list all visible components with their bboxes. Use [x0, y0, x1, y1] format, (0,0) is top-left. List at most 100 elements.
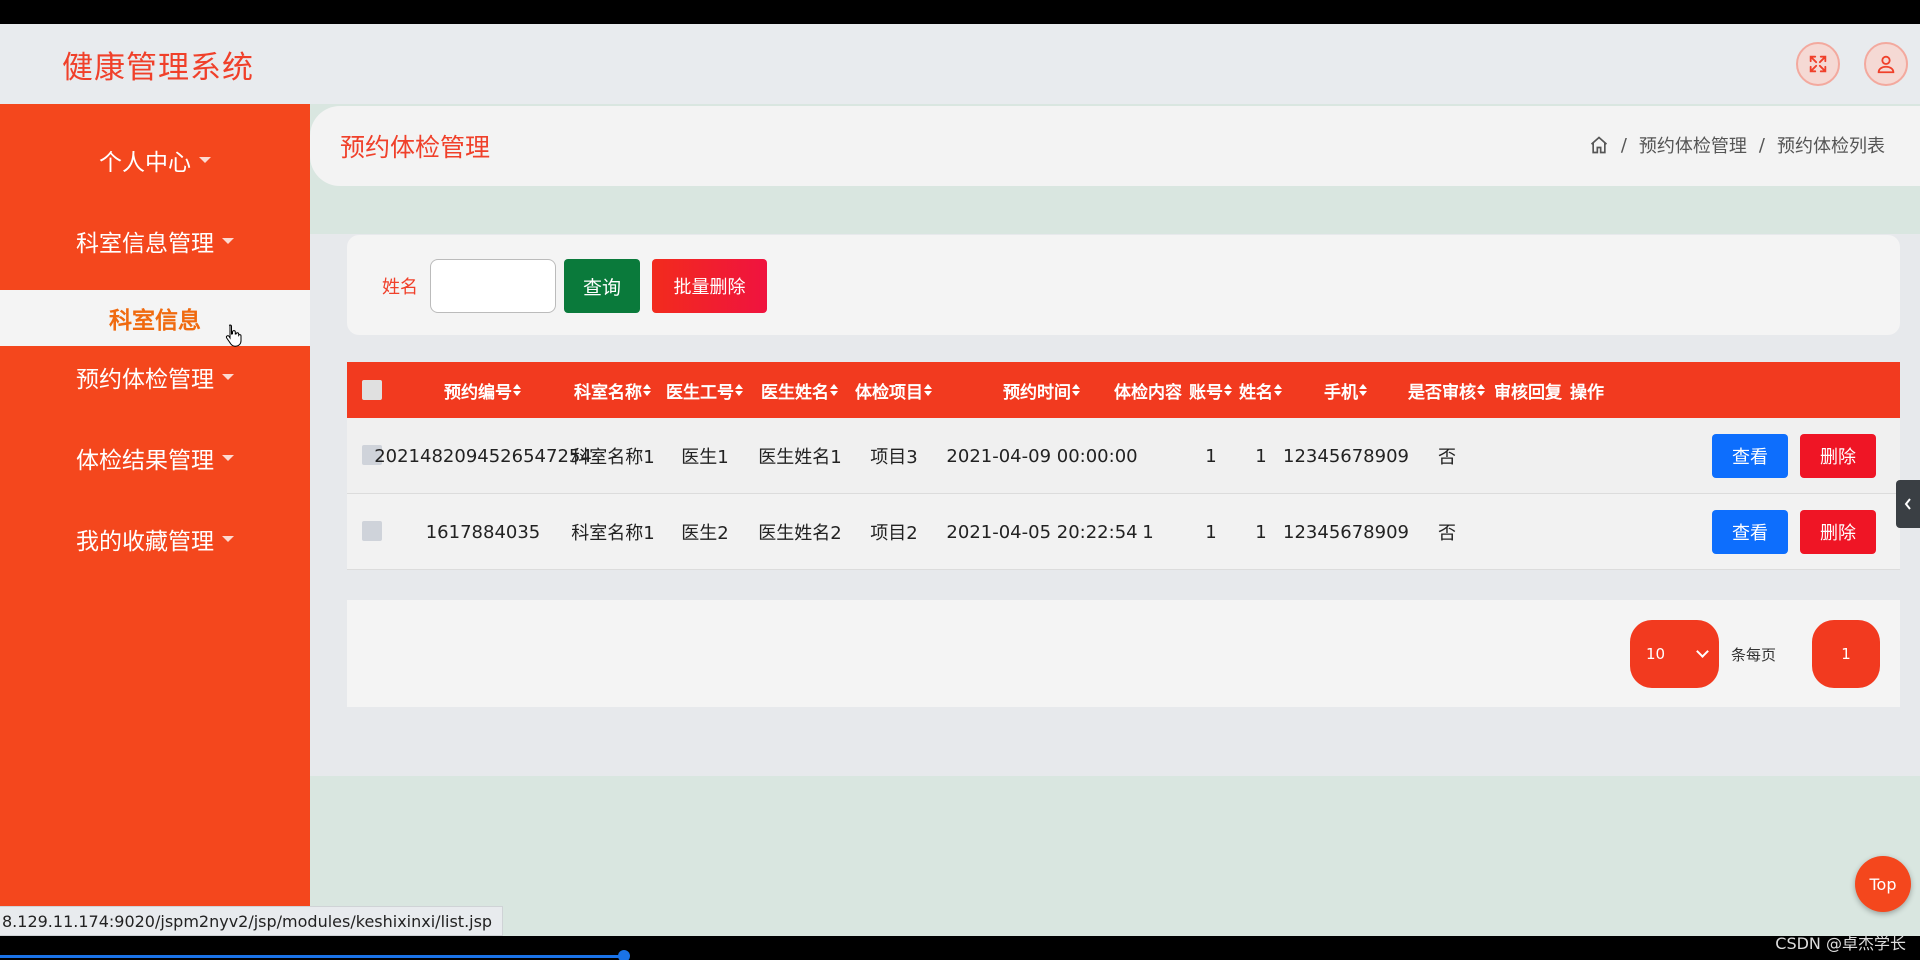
- screen-top-bar: [0, 0, 1920, 24]
- chevron-left-icon: [1904, 498, 1911, 510]
- sort-icon: [643, 384, 652, 396]
- batch-delete-button[interactable]: 批量删除: [652, 259, 767, 313]
- row-checkbox[interactable]: [362, 521, 382, 541]
- sidebar-item-result-management[interactable]: 体检结果管理: [0, 430, 310, 486]
- home-icon[interactable]: [1589, 135, 1609, 155]
- video-progress-bar[interactable]: [0, 955, 625, 958]
- caret-down-icon: [222, 455, 234, 461]
- sort-icon: [1224, 384, 1233, 396]
- select-all-checkbox[interactable]: [362, 380, 382, 400]
- column-header[interactable]: 账号: [1187, 362, 1235, 418]
- column-label: 操作: [1570, 382, 1604, 403]
- user-icon: [1877, 55, 1895, 74]
- back-to-top-button[interactable]: Top: [1855, 856, 1911, 912]
- cell-reply: [1490, 418, 1566, 494]
- cell-audited: 否: [1438, 447, 1456, 468]
- table-header: 预约编号 科室名称 医生工号 医生姓名 体检项目 预约时间 体检内容 账号 姓名…: [347, 362, 1900, 418]
- sidebar-item-personal-center[interactable]: 个人中心: [0, 132, 310, 188]
- sidebar-subitem-label: 科室信息: [109, 308, 201, 334]
- cell-time: 2021-04-09 00:00:00: [946, 445, 1138, 467]
- breadcrumb-item[interactable]: 预约体检管理: [1639, 132, 1747, 158]
- sidebar-subitem-dept-info[interactable]: 科室信息: [0, 290, 310, 346]
- app-window: 健康管理系统 个人中心 科室信息管理 科室信息 预约体检管理 体检结果管理 我的…: [0, 24, 1920, 936]
- column-label: 是否审核: [1408, 382, 1476, 403]
- sort-icon: [735, 384, 744, 396]
- hand-cursor-icon: [225, 324, 242, 347]
- view-button[interactable]: 查看: [1712, 510, 1788, 554]
- column-header[interactable]: 是否审核: [1405, 362, 1489, 418]
- sort-icon: [513, 384, 522, 396]
- view-button[interactable]: 查看: [1712, 434, 1788, 478]
- sidebar: 个人中心 科室信息管理 科室信息 预约体检管理 体检结果管理 我的收藏管理: [0, 104, 310, 936]
- video-progress-handle[interactable]: [618, 950, 630, 960]
- query-button[interactable]: 查询: [564, 259, 640, 313]
- sort-icon: [830, 384, 839, 396]
- column-header[interactable]: 科室名称: [568, 362, 658, 418]
- name-search-input[interactable]: [430, 259, 556, 313]
- sidebar-item-label: 体检结果管理: [76, 448, 214, 474]
- cell-dept: 科室名称1: [571, 523, 655, 544]
- sort-icon: [1274, 384, 1283, 396]
- caret-down-icon: [222, 536, 234, 542]
- column-header[interactable]: 体检项目: [847, 362, 941, 418]
- watermark: CSDN @卓杰学长: [1775, 934, 1906, 953]
- column-header[interactable]: 医生工号: [659, 362, 751, 418]
- table-row: 2021482094526547254 科室名称1 医生1 医生姓名1 项目3 …: [347, 418, 1900, 494]
- column-label: 账号: [1189, 382, 1223, 403]
- page-header: 预约体检管理 / 预约体检管理 / 预约体检列表: [310, 106, 1920, 186]
- cell-audited: 否: [1438, 523, 1456, 544]
- cell-doctor-no: 医生1: [681, 447, 729, 468]
- breadcrumb-separator: /: [1620, 134, 1627, 156]
- chevron-down-icon: [1696, 645, 1709, 658]
- cell-phone: 12345678909: [1283, 445, 1409, 467]
- sort-icon: [1477, 384, 1486, 396]
- cell-dept: 科室名称1: [571, 447, 655, 468]
- sidebar-item-dept-management[interactable]: 科室信息管理: [0, 213, 310, 269]
- column-header: 操作: [1547, 362, 1920, 418]
- cell-appointment-id: 2021482094526547254: [374, 445, 592, 467]
- user-button[interactable]: [1864, 42, 1908, 86]
- cell-content: [1110, 418, 1186, 494]
- sidebar-item-favorites-management[interactable]: 我的收藏管理: [0, 511, 310, 567]
- breadcrumb-separator: /: [1758, 134, 1765, 156]
- page-size-select[interactable]: 10: [1630, 620, 1719, 688]
- cell-doctor-no: 医生2: [681, 523, 729, 544]
- cell-name: 1: [1255, 521, 1267, 543]
- column-header[interactable]: 姓名: [1236, 362, 1286, 418]
- delete-button[interactable]: 删除: [1800, 510, 1876, 554]
- sidebar-item-label: 我的收藏管理: [76, 529, 214, 555]
- fullscreen-button[interactable]: [1796, 42, 1840, 86]
- delete-button[interactable]: 删除: [1800, 434, 1876, 478]
- pagination-bar: 10 条每页 1: [347, 600, 1900, 707]
- column-header[interactable]: 手机: [1287, 362, 1405, 418]
- appointment-table: 预约编号 科室名称 医生工号 医生姓名 体检项目 预约时间 体检内容 账号 姓名…: [347, 362, 1900, 570]
- app-title: 健康管理系统: [62, 50, 254, 86]
- cell-doctor-name: 医生姓名2: [758, 523, 842, 544]
- cell-reply: [1490, 494, 1566, 570]
- sidebar-item-label: 科室信息管理: [76, 231, 214, 257]
- cell-account: 1: [1205, 445, 1217, 467]
- column-label: 预约时间: [1003, 382, 1071, 403]
- caret-down-icon: [222, 374, 234, 380]
- column-label: 医生工号: [666, 382, 734, 403]
- column-header[interactable]: 预约时间: [977, 362, 1107, 418]
- page-title: 预约体检管理: [340, 133, 491, 162]
- cell-name: 1: [1255, 445, 1267, 467]
- column-header[interactable]: 医生姓名: [753, 362, 847, 418]
- page-size-value: 10: [1646, 645, 1666, 663]
- collapse-handle[interactable]: [1896, 480, 1920, 528]
- sidebar-item-appointment-management[interactable]: 预约体检管理: [0, 349, 310, 405]
- cell-phone: 12345678909: [1283, 521, 1409, 543]
- column-header[interactable]: 预约编号: [403, 362, 563, 418]
- breadcrumb: / 预约体检管理 / 预约体检列表: [1589, 132, 1885, 158]
- sidebar-item-label: 预约体检管理: [76, 367, 214, 393]
- cell-doctor-name: 医生姓名1: [758, 447, 842, 468]
- column-label: 预约编号: [444, 382, 512, 403]
- page-number-button[interactable]: 1: [1812, 620, 1880, 688]
- cell-content: 1: [1142, 521, 1154, 543]
- expand-icon: [1809, 55, 1827, 73]
- per-page-label: 条每页: [1731, 646, 1777, 664]
- table-row: 1617884035 科室名称1 医生2 医生姓名2 项目2 2021-04-0…: [347, 494, 1900, 570]
- cell-appointment-id: 1617884035: [425, 521, 541, 543]
- column-label: 体检内容: [1114, 382, 1182, 403]
